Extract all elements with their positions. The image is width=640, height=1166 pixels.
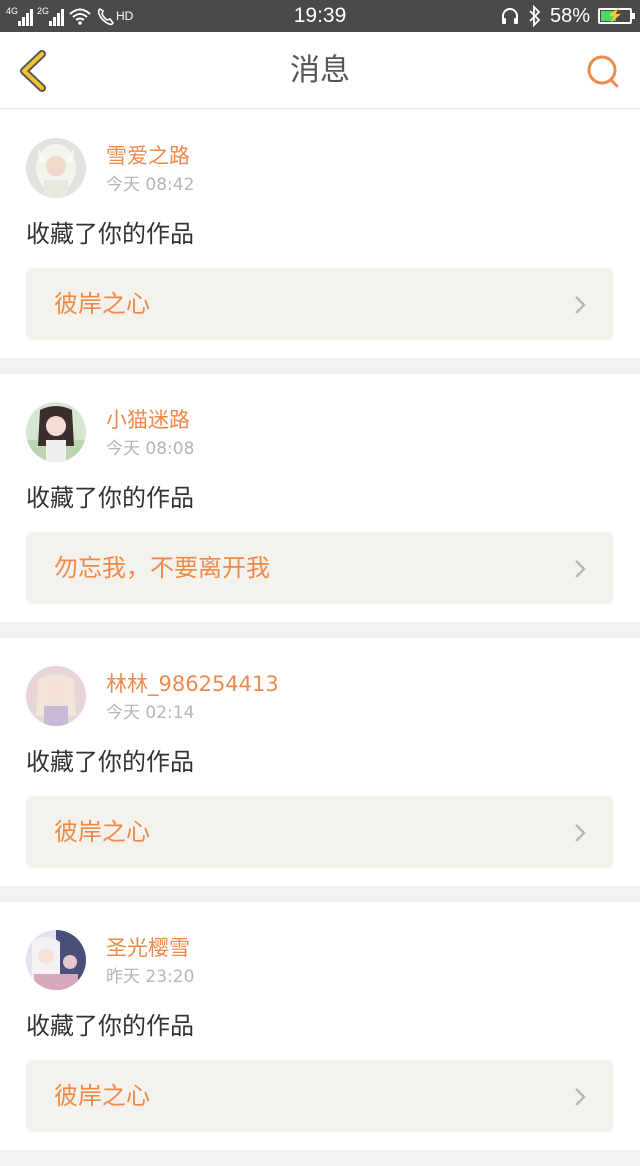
- chevron-right-icon: [575, 560, 586, 578]
- avatar[interactable]: [26, 666, 86, 726]
- message-text: 收藏了你的作品: [26, 484, 194, 512]
- message-time: 今天 08:42: [106, 175, 195, 195]
- work-link[interactable]: 勿忘我，不要离开我: [26, 532, 613, 604]
- avatar[interactable]: [26, 402, 86, 462]
- work-link[interactable]: 彼岸之心: [26, 796, 613, 868]
- navigation-bar: 消息: [0, 32, 640, 109]
- battery-icon: ⚡: [598, 7, 635, 24]
- status-bar: 4G 2G HD 19:39 58% ⚡: [0, 0, 640, 32]
- message-time: 今天 08:08: [106, 439, 195, 459]
- message-time: 昨天 23:20: [106, 967, 195, 987]
- message-text: 收藏了你的作品: [26, 1012, 194, 1040]
- work-link[interactable]: 彼岸之心: [26, 1060, 613, 1132]
- avatar-image: [26, 138, 86, 198]
- avatar[interactable]: [26, 138, 86, 198]
- user-name[interactable]: 小猫迷路: [106, 406, 190, 434]
- status-bar-right: 58% ⚡: [500, 3, 635, 29]
- work-title: 彼岸之心: [54, 290, 150, 318]
- work-title: 彼岸之心: [54, 818, 150, 846]
- search-icon: [587, 55, 619, 88]
- message-card: 圣光樱雪 昨天 23:20 收藏了你的作品 彼岸之心: [0, 902, 640, 1150]
- headset-icon: [501, 8, 518, 24]
- user-name[interactable]: 雪爱之路: [106, 142, 190, 170]
- battery-percent: 58%: [549, 4, 590, 27]
- chevron-right-icon: [575, 1088, 586, 1106]
- chevron-right-icon: [575, 824, 586, 842]
- avatar-image: [26, 930, 86, 990]
- page-title: 消息: [290, 53, 350, 88]
- search-button[interactable]: [584, 52, 624, 92]
- message-list: 雪爱之路 今天 08:42 收藏了你的作品 彼岸之心 小猫迷路 今天 08:08…: [0, 110, 640, 1166]
- avatar-image: [26, 666, 86, 726]
- avatar-image: [26, 402, 86, 462]
- bluetooth-icon: [529, 5, 541, 27]
- work-title: 勿忘我，不要离开我: [54, 554, 270, 582]
- message-card: 雪爱之路 今天 08:42 收藏了你的作品 彼岸之心: [0, 110, 640, 358]
- message-card: 林林_986254413 今天 02:14 收藏了你的作品 彼岸之心: [0, 638, 640, 886]
- message-card: 小猫迷路 今天 08:08 收藏了你的作品 勿忘我，不要离开我: [0, 374, 640, 622]
- message-text: 收藏了你的作品: [26, 220, 194, 248]
- avatar[interactable]: [26, 930, 86, 990]
- message-text: 收藏了你的作品: [26, 748, 194, 776]
- chevron-right-icon: [575, 296, 586, 314]
- work-title: 彼岸之心: [54, 1082, 150, 1110]
- work-link[interactable]: 彼岸之心: [26, 268, 613, 340]
- user-name[interactable]: 圣光樱雪: [106, 934, 190, 962]
- message-time: 今天 02:14: [106, 703, 195, 723]
- user-name[interactable]: 林林_986254413: [106, 670, 279, 698]
